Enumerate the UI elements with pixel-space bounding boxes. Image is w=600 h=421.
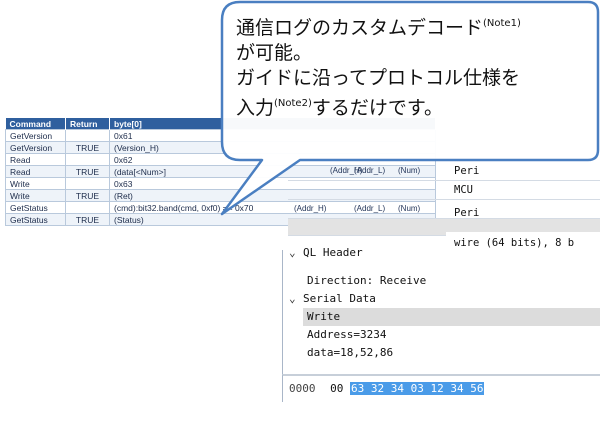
field-num: (Num) bbox=[398, 204, 421, 213]
callout-line-4a-text: 入力 bbox=[236, 97, 275, 119]
cell-command: GetStatus bbox=[5, 213, 66, 226]
tree-item-serial-data[interactable]: ⌄ Serial Data bbox=[289, 290, 376, 308]
callout-line-3: ガイドに沿ってプロトコル仕様を bbox=[236, 67, 521, 89]
packet-detail-tree: ⌄ QL Header Direction: Receive ⌄ Serial Da… bbox=[282, 246, 600, 374]
cell-return: TRUE bbox=[65, 165, 110, 178]
hex-bytes-plain: 00 bbox=[330, 382, 344, 395]
cell-return bbox=[65, 153, 110, 166]
tree-item-write[interactable]: Write bbox=[303, 308, 600, 326]
direction-label: Peri bbox=[454, 165, 480, 177]
cell-return: TRUE bbox=[65, 189, 110, 202]
packet-field-row[interactable]: MCU bbox=[288, 181, 600, 200]
cell-return: TRUE bbox=[65, 141, 110, 154]
field-addr-h: (Addr_H) bbox=[294, 204, 327, 213]
cell-return bbox=[65, 129, 110, 142]
callout-line-2: が可能。 bbox=[236, 42, 313, 64]
cell-command: GetStatus bbox=[5, 201, 66, 214]
field-addr-l: (Addr_L) bbox=[354, 204, 386, 213]
tree-item-address[interactable]: Address=3234 bbox=[307, 326, 386, 344]
cell-return bbox=[65, 201, 110, 214]
packet-field-row[interactable]: (Addr_H) (Addr_L) (Num) Peri bbox=[288, 200, 600, 219]
field-num: (Num) bbox=[398, 166, 421, 175]
callout-line-1: 通信ログのカスタムデコード(Note1) bbox=[236, 11, 596, 41]
tree-item-ql-header[interactable]: ⌄ QL Header bbox=[289, 244, 363, 258]
hex-bytes-highlighted[interactable]: 63 32 34 03 12 34 56 bbox=[350, 382, 485, 395]
tree-item-direction[interactable]: Direction: Receive bbox=[307, 272, 426, 290]
cell-command: Read bbox=[5, 165, 66, 178]
cell-command: Read bbox=[5, 153, 66, 166]
cell-return: TRUE bbox=[65, 213, 110, 226]
direction-label: MCU bbox=[454, 184, 473, 196]
chevron-down-icon[interactable]: ⌄ bbox=[289, 244, 303, 258]
tree-item-label: QL Header bbox=[303, 246, 363, 258]
packet-field-grid: (Addr_H) (Addr_L) (Num) Peri MCU (Addr_H… bbox=[288, 162, 600, 236]
direction-label: Peri bbox=[454, 207, 480, 218]
cell-byte0: (Version_H) bbox=[109, 141, 436, 154]
callout-line-1-text: 通信ログのカスタムデコード bbox=[236, 17, 484, 39]
note2-marker: (Note2) bbox=[274, 98, 312, 109]
tree-item-label: Serial Data bbox=[303, 292, 376, 305]
cell-command: GetVersion bbox=[5, 129, 66, 142]
table-row[interactable]: GetVersion 0x61 bbox=[5, 129, 436, 142]
packet-field-row[interactable]: (Addr_H) (Addr_L) (Num) Peri bbox=[288, 162, 600, 181]
callout-line-4b-text: するだけです。 bbox=[311, 97, 443, 119]
cell-command: GetVersion bbox=[5, 141, 66, 154]
callout-line-4: 入力(Note2)するだけです。 bbox=[236, 91, 596, 121]
chevron-down-icon[interactable]: ⌄ bbox=[289, 290, 303, 308]
cell-return bbox=[65, 177, 110, 190]
field-addr-l: (Addr_L) bbox=[354, 166, 386, 175]
column-header-command[interactable]: Command bbox=[5, 118, 66, 130]
callout-text: 通信ログのカスタムデコード(Note1) が可能。 ガイドに沿ってプロトコル仕様… bbox=[236, 11, 596, 121]
table-row[interactable]: GetVersion TRUE (Version_H) bbox=[5, 141, 436, 154]
cell-command: Write bbox=[5, 189, 66, 202]
cell-byte0: 0x61 bbox=[109, 129, 436, 142]
hex-dump[interactable]: 0000 00 63 32 34 03 12 34 56 bbox=[282, 374, 600, 402]
note1-marker: (Note1) bbox=[483, 18, 521, 29]
tree-item-data[interactable]: data=18,52,86 bbox=[307, 344, 393, 362]
cell-command: Write bbox=[5, 177, 66, 190]
column-header-return[interactable]: Return bbox=[65, 118, 110, 130]
hex-offset: 0000 bbox=[289, 382, 316, 395]
